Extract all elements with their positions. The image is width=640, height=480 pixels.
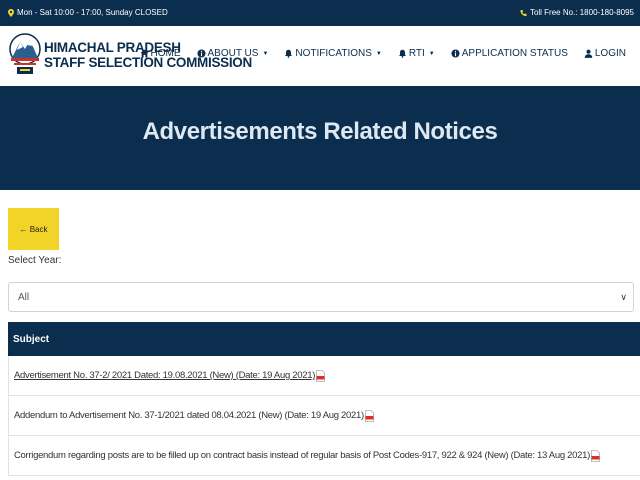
location-pin-icon bbox=[8, 8, 14, 17]
nav-application-status-label: APPLICATION STATUS bbox=[461, 48, 568, 59]
nav-rti-label: RTI bbox=[408, 48, 425, 59]
info-icon bbox=[196, 49, 206, 58]
nav-about-us-label: ABOUT US bbox=[207, 48, 259, 59]
nav-home[interactable]: HOME bbox=[139, 48, 181, 59]
table-row: Addendum to Advertisement No. 37-1/2021 … bbox=[8, 396, 640, 436]
table-row: Advertisement No. 37-2/ 2021 Dated: 19.0… bbox=[8, 356, 640, 396]
chevron-down-icon: ▼ bbox=[375, 50, 382, 57]
nav-rti[interactable]: RTI ▼ bbox=[398, 48, 435, 59]
phone-icon bbox=[520, 9, 527, 16]
top-info-bar: Mon - Sat 10:00 - 17:00, Sunday CLOSED T… bbox=[0, 0, 640, 26]
office-hours-text: Mon - Sat 10:00 - 17:00, Sunday CLOSED bbox=[17, 8, 168, 17]
nav-about-us[interactable]: ABOUT US ▼ bbox=[196, 48, 269, 59]
nav-home-label: HOME bbox=[150, 48, 181, 59]
pdf-icon[interactable] bbox=[591, 449, 600, 462]
home-icon bbox=[139, 49, 149, 58]
bell-icon bbox=[285, 49, 293, 58]
nav-application-status[interactable]: APPLICATION STATUS bbox=[451, 48, 568, 59]
notices-table: Subject Advertisement No. 37-2/ 2021 Dat… bbox=[8, 322, 640, 476]
nav-login[interactable]: LOGIN bbox=[584, 48, 626, 59]
back-button[interactable]: ← Back bbox=[8, 208, 59, 250]
toll-free: Toll Free No.: 1800-180-8095 bbox=[520, 8, 634, 17]
notice-link[interactable]: Corrigendum regarding posts are to be fi… bbox=[14, 450, 590, 461]
chevron-down-icon: ▼ bbox=[428, 50, 435, 57]
user-icon bbox=[584, 49, 593, 58]
pdf-icon[interactable] bbox=[316, 369, 325, 382]
back-button-label: Back bbox=[29, 224, 48, 234]
page-title: Advertisements Related Notices bbox=[142, 118, 498, 145]
table-header-subject: Subject bbox=[8, 322, 640, 356]
main-navbar: HIMACHAL PRADESH STAFF SELECTION COMMISS… bbox=[0, 26, 640, 86]
bell-icon bbox=[398, 49, 406, 58]
hpssc-logo[interactable] bbox=[8, 32, 42, 76]
main-nav: HOME ABOUT US ▼ NOTIFICATIONS ▼ RTI ▼ AP… bbox=[139, 48, 626, 59]
notice-link[interactable]: Advertisement No. 37-2/ 2021 Dated: 19.0… bbox=[14, 370, 315, 381]
year-select-value: All bbox=[18, 291, 30, 303]
chevron-down-icon: ∨ bbox=[620, 292, 627, 302]
nav-login-label: LOGIN bbox=[594, 48, 626, 59]
arrow-left-icon: ← bbox=[19, 224, 28, 234]
notice-link[interactable]: Addendum to Advertisement No. 37-1/2021 … bbox=[14, 410, 364, 421]
page-hero: Advertisements Related Notices bbox=[0, 86, 640, 190]
office-hours: Mon - Sat 10:00 - 17:00, Sunday CLOSED bbox=[8, 8, 168, 17]
info-icon bbox=[451, 49, 460, 58]
year-select[interactable]: All ∨ bbox=[8, 282, 634, 312]
toll-free-text: Toll Free No.: 1800-180-8095 bbox=[529, 8, 634, 17]
select-year-label: Select Year: bbox=[8, 255, 62, 266]
chevron-down-icon: ▼ bbox=[262, 50, 269, 57]
nav-notifications-label: NOTIFICATIONS bbox=[295, 48, 372, 59]
nav-notifications[interactable]: NOTIFICATIONS ▼ bbox=[284, 48, 382, 59]
pdf-icon[interactable] bbox=[364, 409, 374, 422]
table-row: Corrigendum regarding posts are to be fi… bbox=[8, 436, 640, 476]
